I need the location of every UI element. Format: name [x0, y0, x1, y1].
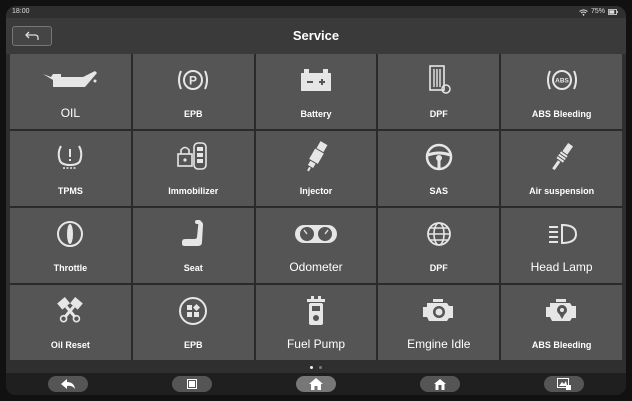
service-tile-label: Battery — [300, 109, 332, 119]
title-bar: Service — [6, 18, 626, 54]
odometer-icon — [256, 217, 377, 251]
service-tile-label: Emgine Idle — [407, 337, 471, 351]
abs-icon: ABS — [501, 63, 622, 97]
service-tile-label: Throttle — [53, 263, 88, 273]
service-tile-label: DPF — [429, 263, 448, 273]
page-dot[interactable] — [319, 365, 322, 369]
service-tile-label: Injector — [299, 186, 333, 196]
seat-icon — [133, 217, 254, 251]
pistons-icon — [10, 294, 131, 328]
steering-wheel-icon — [378, 140, 499, 174]
recents-icon — [187, 379, 197, 389]
headlamp-icon — [501, 217, 622, 251]
service-tile[interactable]: P EPB — [132, 54, 254, 129]
service-tile[interactable]: Throttle — [10, 208, 131, 283]
battery-status-icon — [608, 9, 618, 15]
status-time: 18:00 — [12, 8, 30, 15]
service-tile[interactable]: TPMS — [10, 131, 131, 206]
service-tile-label: Odometer — [289, 260, 343, 274]
wifi-icon — [579, 8, 588, 16]
service-tile[interactable]: Seat — [132, 208, 254, 283]
home-icon — [309, 378, 323, 390]
service-tile-label: DPF — [429, 109, 448, 119]
service-tile-label: Seat — [183, 263, 203, 273]
service-tile[interactable]: Head Lamp — [501, 208, 622, 283]
nav-launcher-home-button[interactable] — [420, 376, 460, 392]
oil-can-icon — [10, 63, 131, 97]
service-tile[interactable]: OIL — [10, 54, 131, 129]
service-tile[interactable]: Fuel Pump — [255, 285, 377, 360]
service-tile[interactable]: Oil Reset — [10, 285, 131, 360]
service-tile[interactable]: Emgine Idle — [378, 285, 500, 360]
service-tile-label: SAS — [429, 186, 449, 196]
battery-icon — [256, 63, 377, 97]
status-right: 75% — [579, 6, 618, 18]
service-tile[interactable]: Injector — [255, 131, 377, 206]
page-indicator — [6, 363, 626, 371]
nav-screenshot-button[interactable] — [544, 376, 584, 392]
service-tile[interactable]: Immobilizer — [132, 131, 254, 206]
service-tile-label: ABS Bleeding — [531, 340, 592, 350]
service-tile[interactable]: Air suspension — [501, 131, 622, 206]
tablet-screen: 18:00 75% Service OIL P EPB Battery DPF ABS AB… — [6, 6, 626, 395]
screenshot-icon — [557, 378, 571, 390]
navigation-bar — [6, 373, 626, 395]
service-tile[interactable]: Battery — [255, 54, 377, 129]
house-icon — [434, 378, 446, 390]
return-arrow-icon — [61, 379, 75, 389]
throttle-icon — [10, 217, 131, 251]
nav-recents-button[interactable] — [172, 376, 212, 392]
service-tile-label: Head Lamp — [530, 260, 593, 274]
service-tile[interactable]: ABS ABS Bleeding — [501, 54, 622, 129]
globe-icon — [378, 217, 499, 251]
air-suspension-icon — [501, 140, 622, 174]
epb-grid-icon — [133, 294, 254, 328]
service-grid: OIL P EPB Battery DPF ABS ABS Bleeding TPMS Immo… — [10, 54, 622, 360]
service-tile-label: Immobilizer — [168, 186, 219, 196]
nav-home-button[interactable] — [296, 376, 336, 392]
tire-pressure-icon — [10, 140, 131, 174]
back-button[interactable] — [12, 26, 52, 46]
engine-icon — [378, 294, 499, 328]
battery-percent: 75% — [590, 8, 605, 15]
nav-back-button[interactable] — [48, 376, 88, 392]
service-tile[interactable]: ABS Bleeding — [501, 285, 622, 360]
page-title: Service — [292, 28, 340, 43]
page-dot[interactable] — [310, 365, 313, 369]
svg-text:ABS: ABS — [555, 78, 569, 85]
return-icon — [25, 31, 39, 41]
dpf-filter-icon — [378, 63, 499, 97]
key-lock-icon — [133, 140, 254, 174]
service-tile[interactable]: DPF — [378, 208, 500, 283]
service-tile-label: Oil Reset — [50, 340, 90, 350]
service-tile-label: Air suspension — [529, 186, 595, 196]
service-tile[interactable]: SAS — [378, 131, 500, 206]
svg-text:P: P — [189, 74, 197, 88]
status-bar: 18:00 75% — [6, 6, 626, 18]
service-tile[interactable]: DPF — [378, 54, 500, 129]
service-tile-label: EPB — [183, 109, 203, 119]
service-tile-label: TPMS — [57, 186, 83, 196]
engine-check-icon — [501, 294, 622, 328]
parking-brake-icon: P — [133, 63, 254, 97]
service-tile[interactable]: Odometer — [255, 208, 377, 283]
service-tile-label: ABS Bleeding — [531, 109, 592, 119]
service-tile-label: EPB — [183, 340, 203, 350]
injector-icon — [256, 140, 377, 174]
fuel-pump-icon — [256, 294, 377, 328]
service-tile-label: OIL — [60, 106, 81, 120]
service-tile[interactable]: EPB — [132, 285, 254, 360]
service-tile-label: Fuel Pump — [286, 337, 345, 351]
